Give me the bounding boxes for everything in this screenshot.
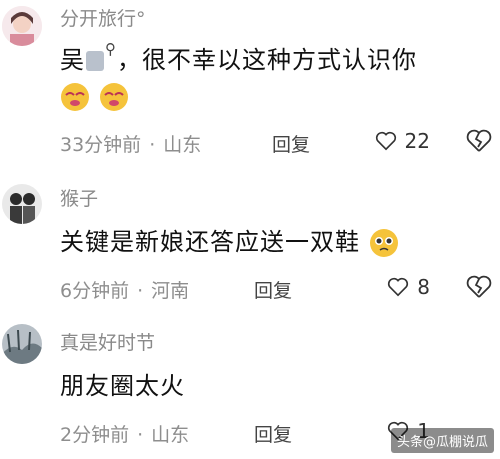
location: 山东 [163, 134, 202, 156]
comment-text-prefix: 吴 [60, 46, 85, 74]
username[interactable]: 真是好时节 [60, 328, 155, 355]
search-icon: ⚲ [105, 40, 117, 58]
comment-meta: 6分钟前 · 河南 回复 [60, 276, 292, 303]
broken-heart-icon[interactable] [466, 128, 492, 154]
heart-icon [375, 131, 396, 151]
reply-button[interactable]: 回复 [272, 130, 310, 157]
shy-face-emoji [100, 83, 129, 111]
like-count: 22 [404, 129, 430, 153]
shy-face-emoji [61, 83, 89, 111]
avatar[interactable] [2, 184, 42, 224]
reply-button[interactable]: 回复 [254, 276, 292, 303]
avatar[interactable] [2, 6, 42, 46]
comment-meta: 33分钟前 · 山东 回复 [60, 130, 310, 157]
emoji-row [60, 82, 129, 112]
username[interactable]: 猴子 [60, 184, 98, 211]
reply-button[interactable]: 回复 [254, 420, 292, 447]
location: 河南 [151, 280, 190, 302]
comment-text: 朋友圈太火 [60, 366, 185, 401]
blurred-name-mask [86, 51, 104, 71]
separator-dot: · [137, 280, 144, 302]
like-button[interactable]: 22 [375, 129, 430, 153]
timestamp: 33分钟前 [60, 134, 142, 156]
separator-dot: · [149, 134, 156, 156]
comment-meta: 2分钟前 · 山东 回复 [60, 420, 292, 447]
timestamp: 2分钟前 [60, 424, 130, 446]
watermark: 头条@瓜棚说瓜 [390, 428, 494, 453]
like-count: 8 [417, 275, 430, 299]
location: 山东 [151, 424, 190, 446]
like-button[interactable]: 8 [387, 275, 430, 299]
comment-text: 吴 ⚲，很不幸以这种方式认识你 [60, 40, 417, 75]
separator-dot: · [137, 424, 144, 446]
comment-text: 关键是新娘还答应送一双鞋 [60, 222, 399, 258]
timestamp: 6分钟前 [60, 280, 130, 302]
pleading-face-emoji [369, 229, 398, 257]
heart-icon [388, 277, 409, 297]
username[interactable]: 分开旅行° [60, 4, 146, 31]
comment-text-body: 朋友圈太火 [60, 372, 185, 400]
comment-text-body: 关键是新娘还答应送一双鞋 [60, 228, 360, 256]
comment-text-body: ，很不幸以这种方式认识你 [117, 46, 417, 74]
broken-heart-icon[interactable] [466, 274, 492, 300]
avatar[interactable] [2, 324, 42, 364]
